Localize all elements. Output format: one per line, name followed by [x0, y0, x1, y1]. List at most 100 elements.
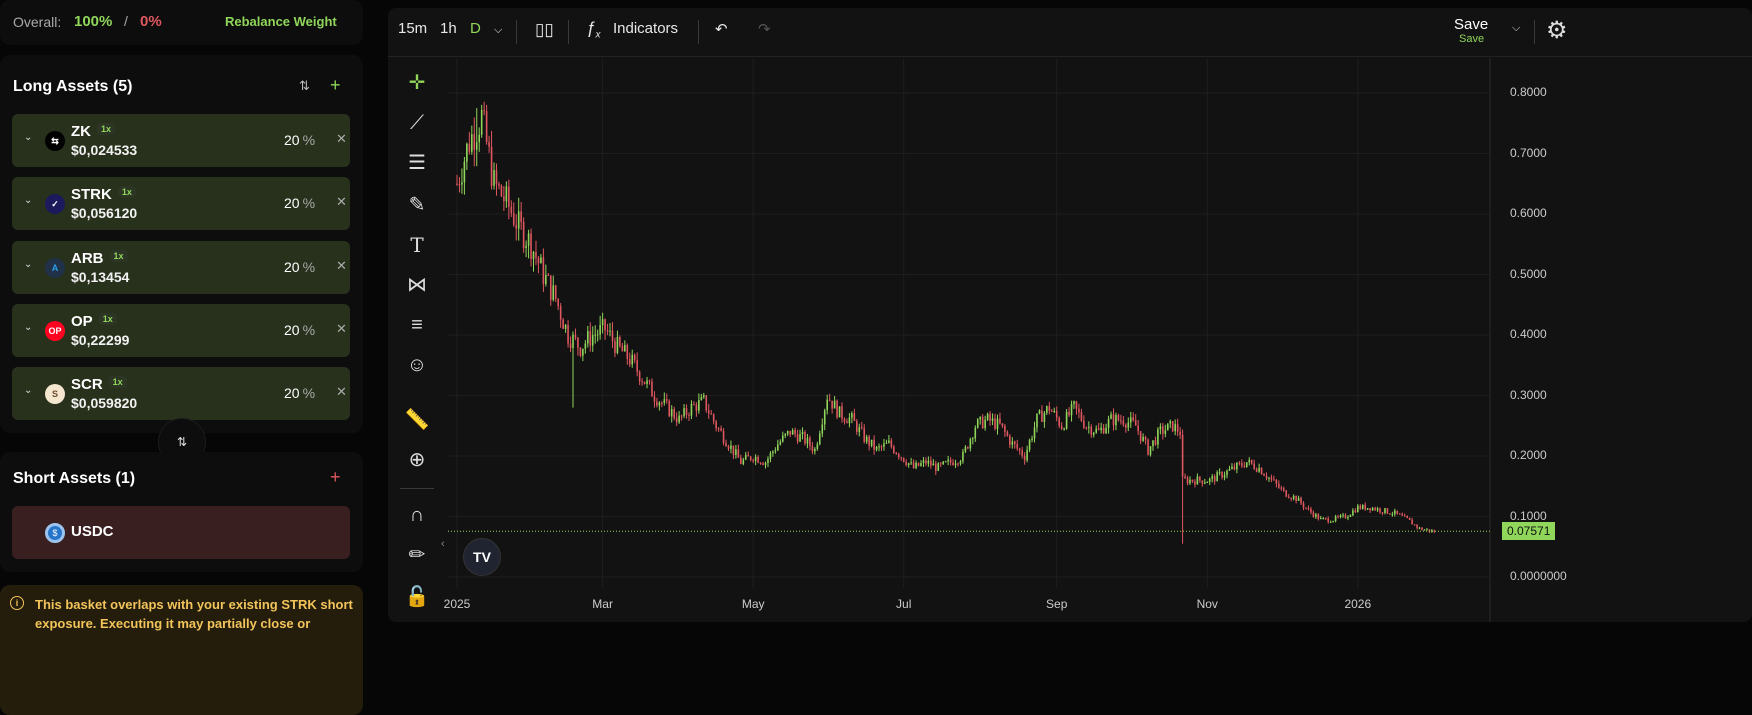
add-short-icon[interactable]: + — [330, 467, 341, 488]
candle-body — [1006, 431, 1009, 436]
candle-body — [856, 421, 858, 432]
candle-body — [532, 252, 535, 260]
candle-body — [1334, 516, 1337, 521]
long-asset-op[interactable]: ⌄ OP OP 1x $0,22299 20% ✕ — [12, 303, 350, 357]
leverage-badge[interactable]: 1x — [108, 376, 127, 389]
candle-body — [542, 257, 545, 284]
candle-body — [1204, 482, 1206, 484]
candle-body — [762, 463, 764, 465]
candle-body — [1065, 411, 1068, 429]
candle-body — [1339, 515, 1342, 518]
weight-input[interactable]: 20% — [284, 259, 315, 275]
candle-body — [870, 439, 873, 446]
candle-body — [1270, 477, 1273, 480]
candle-body — [1211, 476, 1214, 479]
remove-asset-icon[interactable]: ✕ — [336, 384, 347, 400]
candle-body — [774, 450, 777, 452]
candle-body — [922, 460, 925, 464]
usdc-icon: $ — [45, 523, 65, 543]
overall-short-pct: 0% — [140, 13, 162, 30]
candle-body — [979, 416, 982, 420]
candle-body — [1009, 435, 1011, 445]
expand-chevron-icon[interactable]: ⌄ — [24, 259, 32, 270]
scr-logo-icon: S — [45, 384, 65, 405]
sort-icon[interactable]: ⇅ — [299, 78, 310, 94]
weight-unit: % — [302, 132, 316, 148]
candle-body — [1357, 505, 1359, 513]
expand-chevron-icon[interactable]: ⌄ — [24, 132, 32, 143]
weight-input[interactable]: 20% — [284, 132, 315, 148]
weight-input[interactable]: 20% — [284, 385, 315, 401]
candle-body — [468, 143, 471, 152]
candle-body — [1347, 516, 1349, 519]
rebalance-weight-button[interactable]: Rebalance Weight — [225, 14, 337, 29]
candle-body — [944, 461, 947, 463]
candle-body — [1107, 418, 1110, 428]
candle-body — [591, 335, 594, 346]
remove-asset-icon[interactable]: ✕ — [336, 131, 347, 147]
candle-body — [609, 330, 611, 332]
candle-body — [1236, 462, 1238, 470]
candle-body — [740, 457, 742, 465]
candle-body — [764, 462, 767, 465]
candle-body — [789, 430, 791, 435]
leverage-badge[interactable]: 1x — [117, 186, 136, 199]
short-assets-card: Short Assets (1) + $ USDC — [0, 452, 363, 572]
candle-body — [587, 331, 589, 344]
candle-body — [722, 430, 725, 443]
long-asset-strk[interactable]: ⌄ ✓ STRK 1x $0,056120 20% ✕ — [12, 177, 350, 231]
candle-body — [1166, 423, 1169, 431]
candle-body — [962, 451, 964, 462]
remove-asset-icon[interactable]: ✕ — [336, 321, 347, 337]
long-asset-arb[interactable]: ⌄ A ARB 1x $0,13454 20% ✕ — [12, 240, 350, 294]
leverage-badge[interactable]: 1x — [98, 312, 117, 325]
candle-body — [1038, 410, 1041, 414]
overall-label: Overall: — [13, 14, 62, 30]
tradingview-logo[interactable]: TV — [463, 538, 501, 576]
candle-body — [579, 347, 582, 356]
candle-body — [1016, 444, 1019, 449]
warning-text: This basket overlaps with your existing … — [35, 597, 353, 631]
add-long-icon[interactable]: + — [330, 75, 341, 96]
candle-body — [865, 436, 868, 442]
candle-body — [1231, 466, 1233, 469]
candle-body — [1285, 490, 1288, 497]
weight-input[interactable]: 20% — [284, 322, 315, 338]
symbol-text: OP — [71, 312, 93, 330]
remove-asset-icon[interactable]: ✕ — [336, 258, 347, 274]
candle-body — [589, 331, 592, 346]
long-asset-zk[interactable]: ⌄ ⇆ ZK 1x $0,024533 20% ✕ — [12, 114, 350, 167]
candle-body — [651, 381, 653, 397]
candle-body — [1041, 410, 1043, 422]
candle-body — [1379, 508, 1381, 513]
candle-body — [725, 442, 727, 447]
remove-asset-icon[interactable]: ✕ — [336, 194, 347, 210]
candle-body — [1026, 449, 1028, 461]
expand-chevron-icon[interactable]: ⌄ — [24, 385, 32, 396]
leverage-badge[interactable]: 1x — [109, 249, 128, 262]
weight-input[interactable]: 20% — [284, 195, 315, 211]
candle-body — [737, 449, 740, 458]
candle-body — [895, 452, 898, 455]
expand-chevron-icon[interactable]: ⌄ — [24, 195, 32, 206]
short-asset-usdc[interactable]: $ USDC — [12, 506, 350, 559]
candle-body — [986, 413, 989, 420]
candle-body — [974, 427, 977, 439]
expand-chevron-icon[interactable]: ⌄ — [24, 322, 32, 333]
candle-body — [572, 334, 574, 349]
candle-body — [759, 462, 762, 464]
candle-body — [1292, 495, 1295, 499]
candle-body — [833, 400, 836, 409]
candle-body — [1315, 514, 1317, 517]
candle-body — [1349, 515, 1352, 517]
asset-price: $0,22299 — [71, 331, 130, 348]
leverage-badge[interactable]: 1x — [97, 123, 116, 135]
candle-body — [1223, 475, 1226, 478]
long-asset-scr[interactable]: ⌄ S SCR 1x $0,059820 20% ✕ — [12, 367, 350, 421]
candle-body — [562, 319, 564, 329]
candle-body — [715, 421, 717, 429]
y-tick-label: 0.0000000 — [1510, 569, 1567, 583]
candle-body — [749, 456, 752, 460]
candle-body — [698, 400, 700, 411]
candle-body — [989, 413, 991, 421]
